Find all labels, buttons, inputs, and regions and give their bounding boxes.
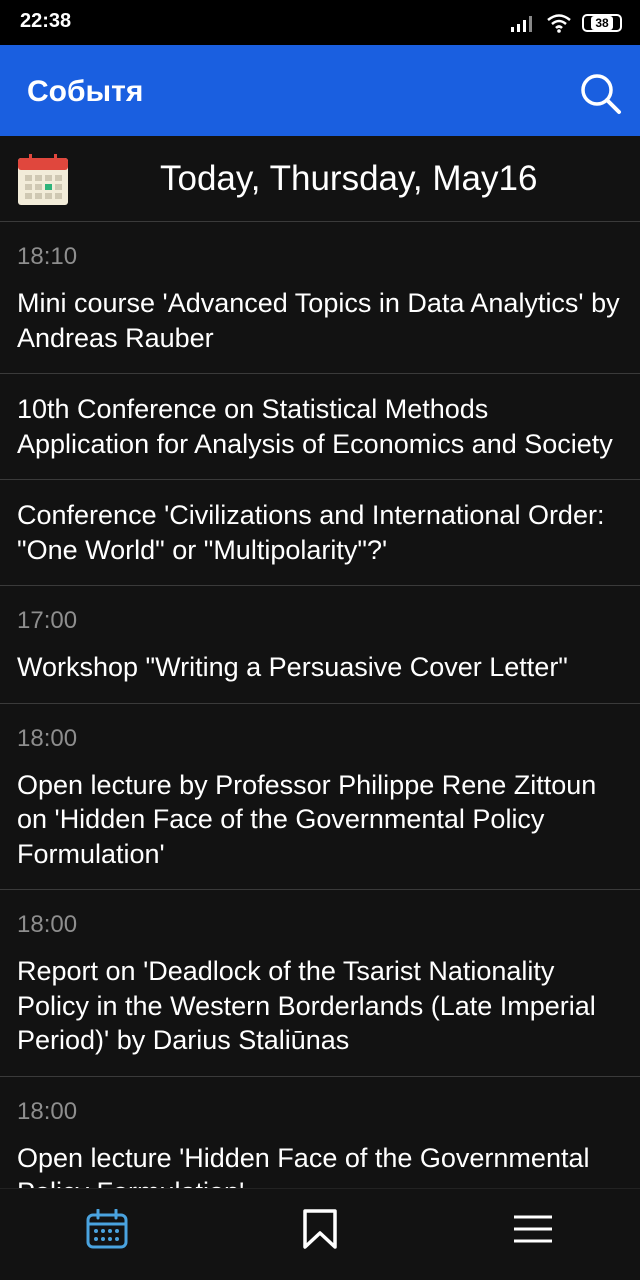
nav-calendar-button[interactable] (77, 1199, 137, 1259)
event-title: Report on 'Deadlock of the Tsarist Natio… (17, 956, 596, 1055)
event-time: 18:00 (17, 911, 78, 938)
event-list[interactable]: 18:10 Mini course 'Advanced Topics in Da… (0, 222, 640, 1188)
bottom-nav (0, 1188, 640, 1280)
battery-level: 38 (591, 16, 613, 30)
event-title: Workshop "Writing a Persuasive Cover Let… (17, 652, 568, 682)
event-item[interactable]: Conference 'Civilizations and Internatio… (0, 480, 640, 586)
page-title: Событя (27, 75, 144, 108)
event-title: Open lecture by Professor Philippe Rene … (17, 769, 597, 869)
event-item[interactable]: 18:00 Open lecture by Professor Philippe… (0, 704, 640, 890)
nav-menu-button[interactable] (503, 1199, 563, 1259)
status-icons: 38 (510, 10, 622, 36)
event-title: Open lecture 'Hidden Face of the Governm… (17, 1142, 590, 1189)
status-time: 22:38 (20, 10, 72, 32)
event-item[interactable]: 17:00 Workshop "Writing a Persuasive Cov… (0, 586, 640, 704)
signal-icon (511, 16, 532, 32)
event-title: 10th Conference on Statistical Methods A… (17, 394, 613, 459)
current-date: Today, Thursday, May16 (160, 159, 538, 198)
event-time: 17:00 (17, 607, 78, 634)
nav-bookmark-button[interactable] (290, 1199, 350, 1259)
calendar-icon (86, 1209, 128, 1249)
event-time: 18:10 (17, 243, 78, 270)
app-bar: Событя (0, 45, 640, 136)
menu-icon (514, 1215, 552, 1243)
search-button[interactable] (578, 71, 622, 115)
event-item[interactable]: 18:00 Open lecture 'Hidden Face of the G… (0, 1077, 640, 1189)
wifi-icon (547, 14, 571, 33)
event-title: Mini course 'Advanced Topics in Data Ana… (17, 288, 620, 353)
calendar-icon (18, 154, 68, 205)
event-time: 18:00 (17, 724, 78, 752)
date-picker-button[interactable] (17, 154, 69, 206)
status-bar: 22:38 38 (0, 0, 640, 45)
event-time: 18:00 (17, 1097, 78, 1125)
event-item[interactable]: 18:00 Report on 'Deadlock of the Tsarist… (0, 890, 640, 1077)
bookmark-icon (303, 1209, 337, 1249)
event-item[interactable]: 18:10 Mini course 'Advanced Topics in Da… (0, 222, 640, 374)
battery-icon: 38 (582, 14, 622, 32)
event-title: Conference 'Civilizations and Internatio… (17, 500, 605, 565)
event-item[interactable]: 10th Conference on Statistical Methods A… (0, 374, 640, 480)
search-icon (581, 74, 621, 114)
date-header: Today, Thursday, May16 (0, 136, 640, 222)
